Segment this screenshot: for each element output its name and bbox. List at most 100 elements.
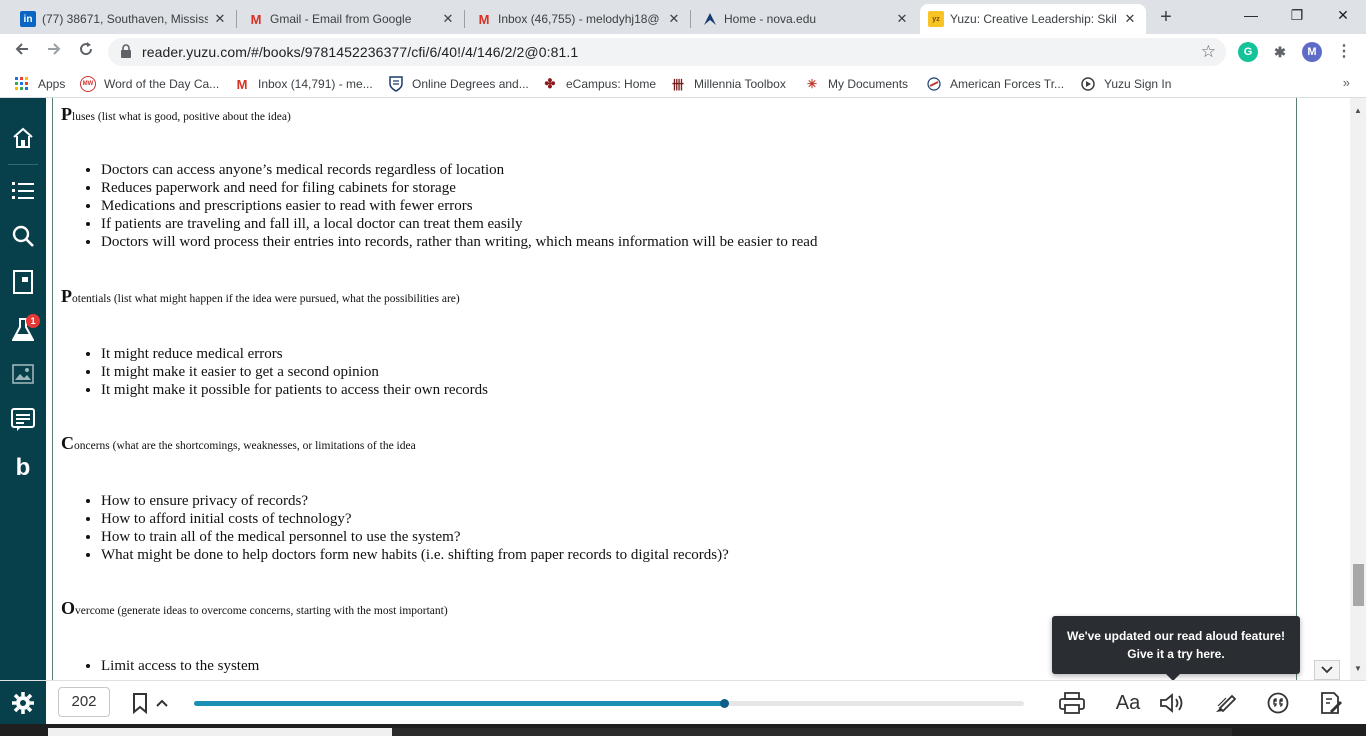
quote-icon [1267,692,1289,714]
flashcard-icon [13,270,33,294]
sidebar-item-contents[interactable] [0,174,46,206]
tab-gmail[interactable]: M Gmail - Email from Google ✕ [240,4,464,34]
address-bar[interactable]: reader.yuzu.com/#/books/9781452236377/cf… [108,38,1226,66]
bookmark-online-degrees[interactable]: Online Degrees and... [388,76,529,92]
scroll-thumb[interactable] [1353,564,1364,606]
settings-button[interactable] [0,681,46,725]
bookmark-american-forces[interactable]: American Forces Tr... [926,76,1064,92]
reload-button[interactable] [74,40,98,64]
close-tab-icon[interactable]: ✕ [894,11,910,27]
new-tab-button[interactable]: + [1156,6,1176,28]
vertical-scrollbar[interactable]: ▲ ▼ [1350,98,1366,680]
printer-icon [1059,692,1085,714]
sidebar-item-flashcards[interactable] [0,266,46,298]
bookmark-inbox[interactable]: M Inbox (14,791) - me... [234,76,373,92]
list-item: It might reduce medical errors [101,345,488,363]
tab-title: Yuzu: Creative Leadership: Skil [950,12,1117,26]
apps-grid-icon [14,76,30,92]
scroll-down-icon[interactable]: ▼ [1354,664,1362,673]
sidebar-item-notes[interactable] [0,404,46,436]
list-item: Medications and prescriptions easier to … [101,197,817,215]
scroll-up-icon[interactable]: ▲ [1354,106,1362,115]
list-item: If patients are traveling and fall ill, … [101,215,817,233]
grammarly-extension-icon[interactable]: G [1238,42,1258,62]
bookmarks-bar: Apps MW Word of the Day Ca... M Inbox (1… [0,70,1366,98]
back-button[interactable] [10,40,34,64]
bookmark-label: Inbox (14,791) - me... [258,77,373,91]
bookmark-label: eCampus: Home [566,77,657,91]
bookmark-star-icon[interactable]: ☆ [1201,42,1216,62]
extensions-puzzle-icon[interactable]: ✱ [1270,42,1290,62]
bookmark-word-of-day[interactable]: MW Word of the Day Ca... [80,76,219,92]
close-tab-icon[interactable]: ✕ [440,11,456,27]
tab-nova[interactable]: Home - nova.edu ✕ [694,4,918,34]
merriam-webster-icon: MW [80,76,96,92]
list-item: It might make it easier to get a second … [101,363,488,381]
read-aloud-button[interactable] [1158,689,1186,717]
highlighter-icon [1216,694,1237,713]
bookmark-apps[interactable]: Apps [14,76,65,92]
bookmark-icon [133,693,147,714]
close-tab-icon[interactable]: ✕ [666,11,682,27]
font-settings-button[interactable]: Aa [1112,689,1144,717]
restore-button[interactable]: ❐ [1274,4,1320,26]
bookmark-ecampus[interactable]: ✤ eCampus: Home [542,76,657,92]
collapse-toolbar-button[interactable] [1314,660,1340,680]
bookmark-yuzu-sign-in[interactable]: Yuzu Sign In [1080,76,1171,92]
bookmark-label: My Documents [828,77,909,91]
close-tab-icon[interactable]: ✕ [212,11,228,27]
linkedin-icon: in [20,11,36,27]
yuzu-signin-icon [1080,76,1096,92]
forces-icon [926,76,942,92]
print-button[interactable] [1058,689,1086,717]
profile-avatar[interactable]: M [1302,42,1322,62]
reading-progress-slider[interactable] [194,699,1024,708]
tab-inbox[interactable]: M Inbox (46,755) - melodyhj18@ ✕ [468,4,690,34]
forward-button[interactable] [42,40,66,64]
browser-tab-strip: in (77) 38671, Southaven, Mississ ✕ M Gm… [0,0,1366,34]
ecampus-icon: ✤ [544,76,556,91]
notes-panel-button[interactable] [1316,689,1344,717]
documents-icon: ✳ [806,77,818,91]
bookmark-millennia[interactable]: 卌 Millennia Toolbox [670,76,786,92]
tab-yuzu[interactable]: yz Yuzu: Creative Leadership: Skil ✕ [920,4,1146,34]
expand-bookmarks-button[interactable] [148,689,176,717]
bookmark-label: Yuzu Sign In [1104,77,1172,91]
tab-linkedin[interactable]: in (77) 38671, Southaven, Mississ ✕ [12,4,236,34]
notification-badge: 1 [26,314,40,328]
tooltip-line-1: We've updated our read aloud feature! [1066,629,1285,643]
sidebar-item-search[interactable] [0,220,46,252]
list-item: Doctors will word process their entries … [101,233,817,251]
tab-title: Home - nova.edu [724,12,817,26]
tab-title: Inbox (46,755) - melodyhj18@ [498,12,660,26]
read-aloud-tooltip[interactable]: We've updated our read aloud feature! Gi… [1052,616,1300,681]
more-bookmarks-button[interactable]: » [1343,75,1350,90]
close-window-button[interactable]: ✕ [1320,4,1366,26]
image-icon [12,364,34,384]
browser-menu-icon[interactable]: ⋮ [1334,42,1354,62]
chevron-down-icon [1321,666,1333,674]
list-item: Limit access to the system [101,657,259,675]
highlight-button[interactable] [1212,689,1240,717]
bullet-list: Doctors can access anyone’s medical reco… [101,161,817,251]
sidebar-item-home[interactable] [0,122,46,154]
gmail-icon: M [236,76,248,92]
sidebar-item-bartleby[interactable]: b [0,452,46,484]
section-heading: Potentials (list what might happen if th… [61,286,460,307]
citation-button[interactable] [1264,689,1292,717]
sidebar-item-study-tools[interactable]: 1 [0,314,46,346]
close-tab-icon[interactable]: ✕ [1122,11,1138,27]
bookmark-my-documents[interactable]: ✳ My Documents [804,76,908,92]
progress-handle[interactable] [720,699,730,708]
forward-arrow-icon [48,43,61,55]
bookmark-label: Apps [38,77,66,91]
reader-content: Pluses (list what is good, positive abou… [46,98,1350,680]
minimize-button[interactable]: — [1228,4,1274,26]
heading-initial: P [61,286,72,306]
page-number-input[interactable]: 202 [58,687,110,717]
edit-note-icon [1321,692,1342,714]
section-heading: Pluses (list what is good, positive abou… [61,104,291,125]
sidebar-item-images[interactable] [0,358,46,390]
taskbar-apps-segment [392,728,1232,736]
yuzu-icon: yz [928,11,944,27]
